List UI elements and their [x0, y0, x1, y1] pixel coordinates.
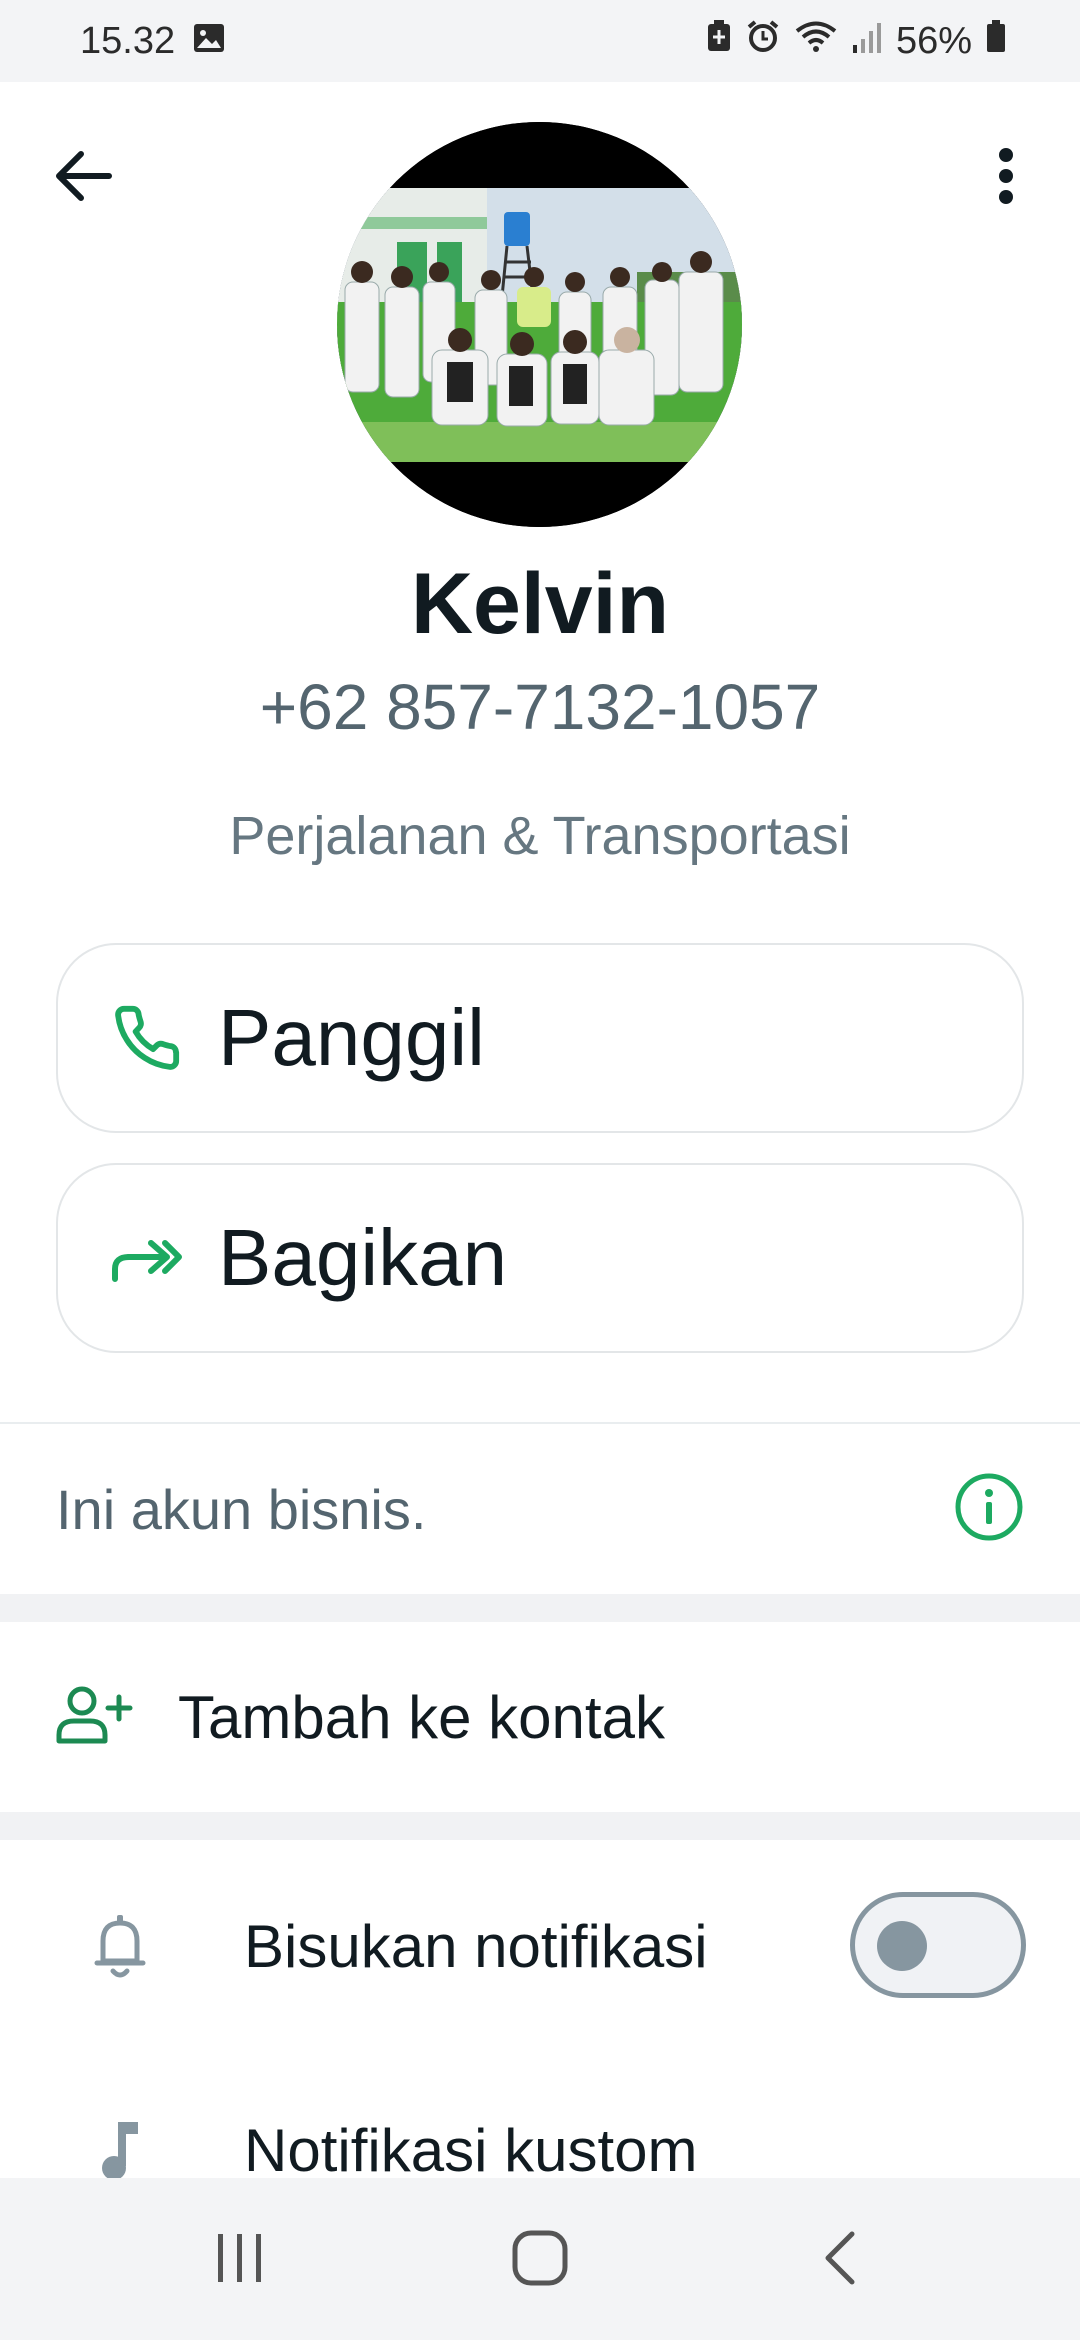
battery-icon — [986, 19, 1006, 63]
mute-notifications-toggle[interactable] — [850, 1892, 1026, 1998]
call-label: Panggil — [218, 993, 485, 1082]
share-button[interactable]: Bagikan — [56, 1163, 1024, 1353]
add-to-contacts-button[interactable]: Tambah ke kontak — [0, 1622, 1080, 1812]
call-button[interactable]: Panggil — [56, 943, 1024, 1133]
home-button[interactable] — [500, 2218, 580, 2298]
mute-notifications-label: Bisukan notifikasi — [244, 1912, 708, 1980]
section-gap — [0, 1594, 1080, 1622]
section-gap — [0, 1812, 1080, 1840]
status-right: 56% — [706, 19, 1006, 63]
add-to-contacts-label: Tambah ke kontak — [178, 1683, 665, 1751]
more-options-button[interactable] — [976, 140, 1036, 212]
recent-apps-icon — [218, 2234, 261, 2282]
custom-notifications-label: Notifikasi kustom — [244, 2116, 698, 2184]
battery-saver-icon — [706, 19, 732, 63]
music-note-icon — [90, 2115, 150, 2185]
business-category: Perjalanan & Transportasi — [229, 806, 851, 866]
status-bar: 15.32 56% — [0, 0, 1080, 82]
arrow-left-icon — [56, 151, 112, 201]
bell-icon — [90, 1911, 150, 1981]
contact-phone: +62 857-7132-1057 — [259, 671, 821, 743]
contact-name: Kelvin — [410, 556, 670, 652]
gallery-icon — [193, 20, 225, 63]
business-notice-text: Ini akun bisnis. — [56, 1477, 427, 1541]
user-plus-icon — [56, 1685, 134, 1750]
recent-apps-button[interactable] — [200, 2218, 280, 2298]
share-icon — [102, 1213, 192, 1303]
back-nav-button[interactable] — [800, 2218, 880, 2298]
battery-percent: 56% — [895, 19, 972, 62]
business-account-notice[interactable]: Ini akun bisnis. — [0, 1424, 1080, 1594]
info-icon[interactable] — [954, 1472, 1024, 1547]
wifi-icon — [794, 19, 838, 63]
signal-icon — [852, 20, 882, 63]
system-navigation-bar — [0, 2178, 1080, 2340]
share-label: Bagikan — [218, 1213, 508, 1302]
status-time: 15.32 — [80, 19, 176, 62]
profile-photo[interactable] — [337, 122, 742, 527]
phone-icon — [102, 993, 192, 1083]
status-left: 15.32 — [80, 20, 225, 63]
alarm-icon — [746, 19, 780, 63]
more-vertical-icon — [999, 148, 1013, 204]
toggle-knob — [877, 1921, 927, 1971]
contact-info-screen: 15.32 56% Kelvin +62 857-7132-1057 Perja… — [0, 0, 1080, 2340]
chevron-left-icon — [825, 2231, 855, 2285]
back-button[interactable] — [48, 140, 120, 212]
home-icon — [512, 2230, 568, 2286]
